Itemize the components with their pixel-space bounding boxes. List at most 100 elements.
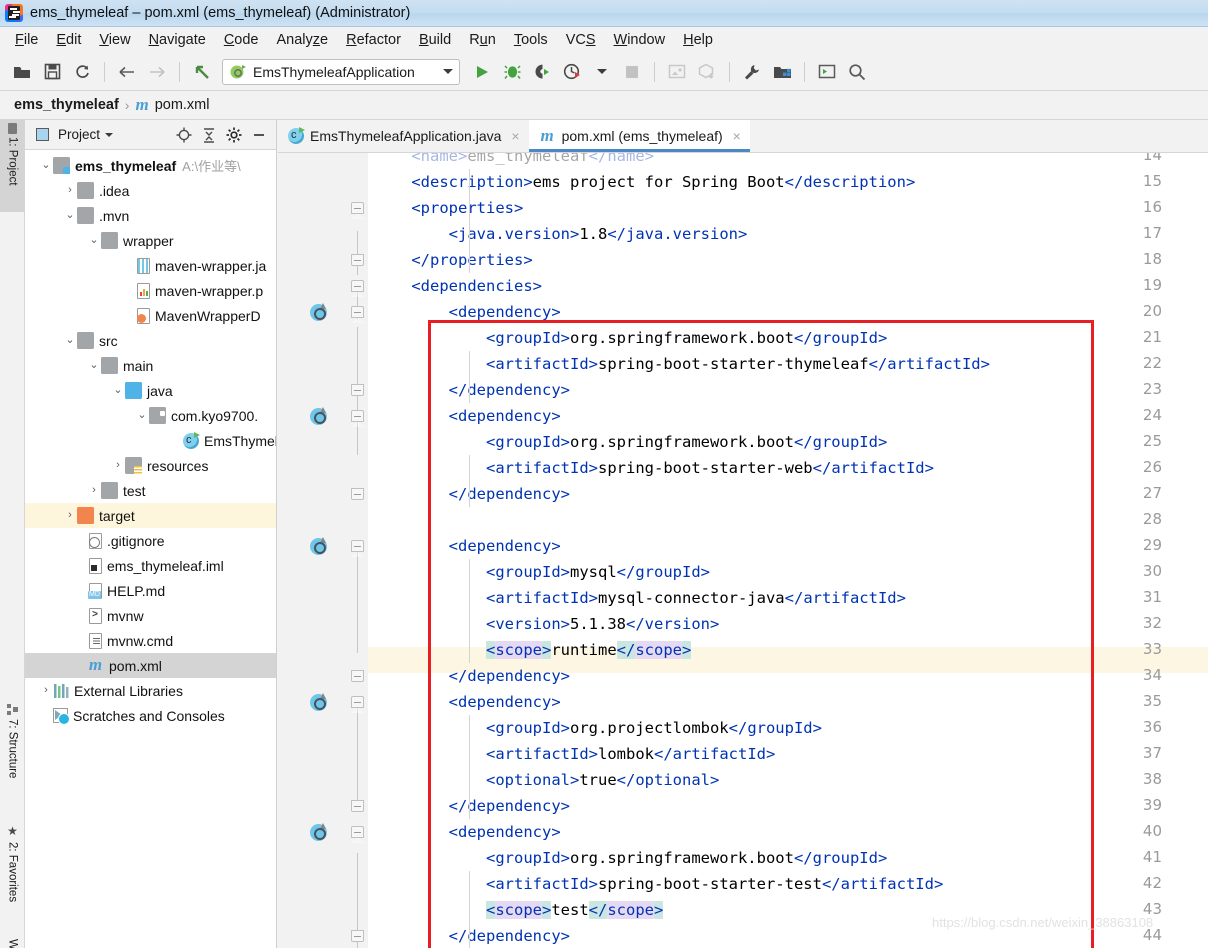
- code-line[interactable]: <groupId>org.springframework.boot</group…: [374, 325, 887, 351]
- run-configuration-selector[interactable]: EmsThymeleafApplication: [222, 58, 460, 85]
- tree-item-gitignore[interactable]: .gitignore: [25, 528, 276, 553]
- tree-item-ems-thymeleaf[interactable]: ⌄ ems_thymeleaf A:\作业等\: [25, 153, 276, 178]
- code-line[interactable]: <dependency>: [374, 689, 561, 715]
- debug-icon[interactable]: [498, 58, 526, 86]
- maven-reimport-icon[interactable]: [310, 537, 327, 555]
- menu-navigate[interactable]: Navigate: [140, 30, 215, 50]
- chevron-right-icon[interactable]: ›: [39, 685, 53, 696]
- code-editor[interactable]: 14 <name>ems_thymeleaf</name> 15 <descrip…: [278, 153, 1208, 948]
- forward-arrow-icon[interactable]: [143, 58, 171, 86]
- menu-help[interactable]: Help: [674, 30, 722, 50]
- menu-build[interactable]: Build: [410, 30, 460, 50]
- menu-file[interactable]: File: [6, 30, 47, 50]
- tree-item-package[interactable]: ⌄ com.kyo9700.: [25, 403, 276, 428]
- chevron-right-icon[interactable]: ›: [63, 185, 77, 196]
- chevron-down-icon[interactable]: [105, 132, 114, 137]
- profiler-icon[interactable]: [558, 58, 586, 86]
- sync-icon[interactable]: [68, 58, 96, 86]
- code-line[interactable]: </dependency>: [374, 663, 570, 689]
- tree-item-mvnw-cmd[interactable]: mvnw.cmd: [25, 628, 276, 653]
- project-tree[interactable]: ⌄ ems_thymeleaf A:\作业等\ › .idea ⌄ .mvn ⌄…: [25, 150, 276, 947]
- gear-icon[interactable]: [223, 124, 245, 146]
- code-line[interactable]: <description>ems project for Spring Boot…: [374, 169, 915, 195]
- wrench-icon[interactable]: [738, 58, 766, 86]
- tree-item-external-libraries[interactable]: › External Libraries: [25, 678, 276, 703]
- tree-item-target[interactable]: › target: [25, 503, 276, 528]
- menu-vcs[interactable]: VCS: [557, 30, 605, 50]
- tree-item-main[interactable]: ⌄ main: [25, 353, 276, 378]
- code-line[interactable]: <properties>: [374, 195, 523, 221]
- fold-toggle-icon[interactable]: [351, 306, 364, 323]
- sidebar-item-favorites[interactable]: ★ 2: Favorites: [0, 820, 25, 932]
- open-folder-icon[interactable]: [8, 58, 36, 86]
- fold-toggle-icon[interactable]: [351, 488, 364, 500]
- tree-item-src[interactable]: ⌄ src: [25, 328, 276, 353]
- chevron-down-icon[interactable]: ⌄: [135, 410, 149, 421]
- close-icon[interactable]: ×: [511, 128, 519, 144]
- fold-toggle-icon[interactable]: [351, 384, 364, 396]
- chevron-down-icon[interactable]: ⌄: [87, 235, 101, 246]
- fold-toggle-icon[interactable]: [351, 930, 364, 942]
- code-line[interactable]: <groupId>org.springframework.boot</group…: [374, 845, 887, 871]
- tree-item-help-md[interactable]: HELP.md: [25, 578, 276, 603]
- fold-toggle-icon[interactable]: [351, 202, 364, 219]
- locate-icon[interactable]: [173, 124, 195, 146]
- code-line[interactable]: </dependency>: [374, 793, 570, 819]
- code-line[interactable]: <groupId>mysql</groupId>: [374, 559, 710, 585]
- code-line[interactable]: <artifactId>spring-boot-starter-test</ar…: [374, 871, 943, 897]
- run-icon[interactable]: [468, 58, 496, 86]
- sidebar-item-project[interactable]: 1: Project: [0, 120, 25, 212]
- code-line[interactable]: <artifactId>spring-boot-starter-thymelea…: [374, 351, 990, 377]
- chevron-down-icon[interactable]: ⌄: [111, 385, 125, 396]
- device-manager-icon[interactable]: [663, 58, 691, 86]
- up-arrow-icon[interactable]: [188, 58, 216, 86]
- chevron-down-icon[interactable]: ⌄: [87, 360, 101, 371]
- back-arrow-icon[interactable]: [113, 58, 141, 86]
- sdk-manager-icon[interactable]: [693, 58, 721, 86]
- tree-item-resources[interactable]: › resources: [25, 453, 276, 478]
- menu-refactor[interactable]: Refactor: [337, 30, 410, 50]
- chevron-down-icon[interactable]: ⌄: [39, 160, 53, 171]
- close-icon[interactable]: ×: [733, 128, 741, 144]
- fold-toggle-icon[interactable]: [351, 670, 364, 682]
- code-line[interactable]: <dependency>: [374, 403, 561, 429]
- code-line[interactable]: <groupId>org.springframework.boot</group…: [374, 429, 887, 455]
- code-line[interactable]: <dependency>: [374, 533, 561, 559]
- search-everywhere-icon[interactable]: [843, 58, 871, 86]
- chevron-right-icon[interactable]: ›: [111, 460, 125, 471]
- tree-item-java[interactable]: ⌄ java: [25, 378, 276, 403]
- code-line[interactable]: <artifactId>spring-boot-starter-web</art…: [374, 455, 934, 481]
- fold-toggle-icon[interactable]: [351, 540, 364, 557]
- tree-item-maven-wrapper-properties[interactable]: maven-wrapper.p: [25, 278, 276, 303]
- project-structure-icon[interactable]: [768, 58, 796, 86]
- code-line[interactable]: <dependency>: [374, 299, 561, 325]
- code-line[interactable]: <version>5.1.38</version>: [374, 611, 719, 637]
- tab-ems-thymeleaf-application-java[interactable]: EmsThymeleafApplication.java ×: [278, 120, 529, 152]
- tree-item-maven-wrapper-downloader[interactable]: MavenWrapperD: [25, 303, 276, 328]
- fold-toggle-icon[interactable]: [351, 826, 364, 843]
- run-with-coverage-icon[interactable]: [528, 58, 556, 86]
- sidebar-item-web[interactable]: Web: [0, 935, 25, 948]
- breadcrumb-project[interactable]: ems_thymeleaf: [14, 97, 119, 113]
- maven-reimport-icon[interactable]: [310, 303, 327, 321]
- tree-item-mvnw[interactable]: mvnw: [25, 603, 276, 628]
- tree-item-idea[interactable]: › .idea: [25, 178, 276, 203]
- tree-item-iml[interactable]: ems_thymeleaf.iml: [25, 553, 276, 578]
- fold-toggle-icon[interactable]: [351, 254, 364, 266]
- fold-toggle-icon[interactable]: [351, 280, 364, 297]
- menu-analyze[interactable]: Analyze: [268, 30, 338, 50]
- code-line[interactable]: <artifactId>mysql-connector-java</artifa…: [374, 585, 906, 611]
- stop-icon[interactable]: [618, 58, 646, 86]
- tree-item-mvn[interactable]: ⌄ .mvn: [25, 203, 276, 228]
- menu-window[interactable]: Window: [605, 30, 675, 50]
- maven-reimport-icon[interactable]: [310, 693, 327, 711]
- code-line[interactable]: <artifactId>lombok</artifactId>: [374, 741, 775, 767]
- chevron-down-icon[interactable]: [443, 69, 453, 74]
- code-line[interactable]: <scope>test</scope>: [374, 897, 664, 923]
- tree-item-test[interactable]: › test: [25, 478, 276, 503]
- profiler-dropdown-icon[interactable]: [588, 58, 616, 86]
- fold-toggle-icon[interactable]: [351, 696, 364, 713]
- menu-run[interactable]: Run: [460, 30, 505, 50]
- chevron-down-icon[interactable]: ⌄: [63, 210, 77, 221]
- save-icon[interactable]: [38, 58, 66, 86]
